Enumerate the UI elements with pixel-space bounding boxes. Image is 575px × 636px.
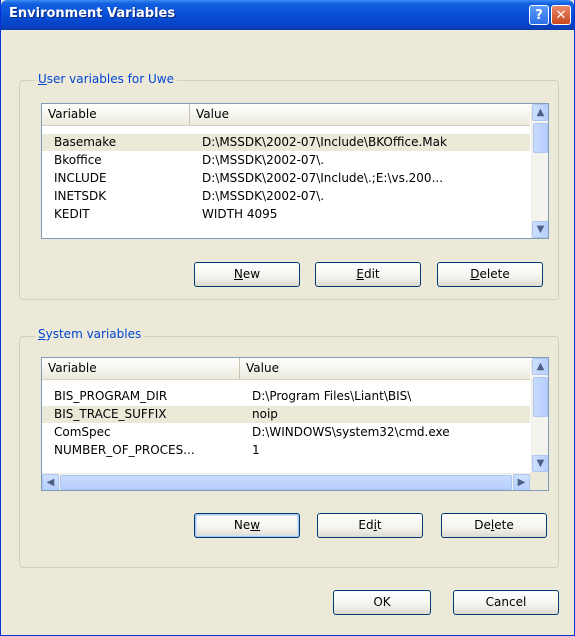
user-row-value: D:\MSSDK\2002-07\Include\.;E:\vs.200... <box>202 171 444 185</box>
user-row-variable: Bkoffice <box>54 153 102 167</box>
window-title: Environment Variables <box>9 6 176 21</box>
system-row-bis-program-dir[interactable]: BIS_PROGRAM_DIR D:\Program Files\Liant\B… <box>42 388 530 405</box>
system-row-number-of-processors[interactable]: NUMBER_OF_PROCES... 1 <box>42 442 530 459</box>
system-row-bis-trace-suffix[interactable]: BIS_TRACE_SUFFIX noip <box>42 406 530 423</box>
system-list-horizontal-scrollbar[interactable]: ◀ ▶ <box>42 473 530 490</box>
user-row-kedit[interactable]: KEDIT WIDTH 4095 <box>42 206 530 223</box>
environment-variables-dialog: Environment Variables ? ✕ User variables… <box>0 0 575 636</box>
cancel-button[interactable]: Cancel <box>453 590 559 615</box>
user-row-bkoffice[interactable]: Bkoffice D:\MSSDK\2002-07\. <box>42 152 530 169</box>
system-edit-button[interactable]: Edit <box>317 513 423 538</box>
scroll-up-arrow-icon[interactable]: ▲ <box>532 104 548 121</box>
user-column-variable[interactable]: Variable <box>42 104 190 125</box>
scroll-down-arrow-icon[interactable]: ▼ <box>532 455 548 472</box>
scroll-right-arrow-icon[interactable]: ▶ <box>513 474 530 490</box>
system-row-comspec[interactable]: ComSpec D:\WINDOWS\system32\cmd.exe <box>42 424 530 441</box>
user-row-value: D:\MSSDK\2002-07\Include\BKOffice.Mak <box>202 135 447 149</box>
system-row-value: D:\Program Files\Liant\BIS\ <box>252 389 412 403</box>
system-row-value: noip <box>252 407 278 421</box>
user-row-value: D:\MSSDK\2002-07\. <box>202 189 325 203</box>
user-row-value: D:\MSSDK\2002-07\. <box>202 153 325 167</box>
user-new-button[interactable]: New <box>194 262 300 287</box>
help-button[interactable]: ? <box>529 5 549 25</box>
scroll-down-arrow-icon[interactable]: ▼ <box>532 221 548 238</box>
user-variables-list[interactable]: Variable Value Basemake D:\MSSDK\2002-07… <box>41 103 549 239</box>
user-row-value: WIDTH 4095 <box>202 207 278 221</box>
scrollbar-corner <box>530 472 548 490</box>
ok-button[interactable]: OK <box>333 590 431 615</box>
user-list-header: Variable Value <box>42 104 530 126</box>
user-row-basemake[interactable]: Basemake D:\MSSDK\2002-07\Include\BKOffi… <box>42 134 530 151</box>
scroll-thumb[interactable] <box>60 475 512 490</box>
system-row-value: D:\WINDOWS\system32\cmd.exe <box>252 425 450 439</box>
system-row-variable: BIS_TRACE_SUFFIX <box>54 407 167 421</box>
user-list-vertical-scrollbar[interactable]: ▲ ▼ <box>531 104 548 238</box>
user-delete-button[interactable]: Delete <box>437 262 543 287</box>
system-row-variable: BIS_PROGRAM_DIR <box>54 389 168 403</box>
system-new-button[interactable]: New <box>194 513 300 538</box>
scroll-thumb[interactable] <box>533 377 548 417</box>
system-row-value: 1 <box>252 443 260 457</box>
system-delete-button[interactable]: Delete <box>441 513 547 538</box>
system-column-value[interactable]: Value <box>240 358 532 379</box>
user-row-inetsdk[interactable]: INETSDK D:\MSSDK\2002-07\. <box>42 188 530 205</box>
system-list-header: Variable Value <box>42 358 530 380</box>
user-column-value[interactable]: Value <box>190 104 532 125</box>
user-row-include[interactable]: INCLUDE D:\MSSDK\2002-07\Include\.;E:\vs… <box>42 170 530 187</box>
user-row-variable: Basemake <box>54 135 117 149</box>
scroll-left-arrow-icon[interactable]: ◀ <box>42 474 59 490</box>
title-bar[interactable]: Environment Variables ? ✕ <box>1 0 574 30</box>
system-list-vertical-scrollbar[interactable]: ▲ ▼ <box>531 358 548 472</box>
scroll-up-arrow-icon[interactable]: ▲ <box>532 358 548 375</box>
user-row-variable: INETSDK <box>54 189 107 203</box>
system-row-variable: ComSpec <box>54 425 111 439</box>
system-variables-label: System variables <box>35 327 145 341</box>
system-variables-list[interactable]: Variable Value BIS_PROGRAM_DIR D:\Progra… <box>41 357 549 491</box>
user-edit-button[interactable]: Edit <box>315 262 421 287</box>
user-variables-label: User variables for Uwe <box>35 72 177 86</box>
user-row-variable: INCLUDE <box>54 171 107 185</box>
scroll-thumb[interactable] <box>533 123 548 153</box>
system-row-variable: NUMBER_OF_PROCES... <box>54 443 195 457</box>
user-row-variable: KEDIT <box>54 207 90 221</box>
system-column-variable[interactable]: Variable <box>42 358 240 379</box>
close-button[interactable]: ✕ <box>551 5 571 25</box>
